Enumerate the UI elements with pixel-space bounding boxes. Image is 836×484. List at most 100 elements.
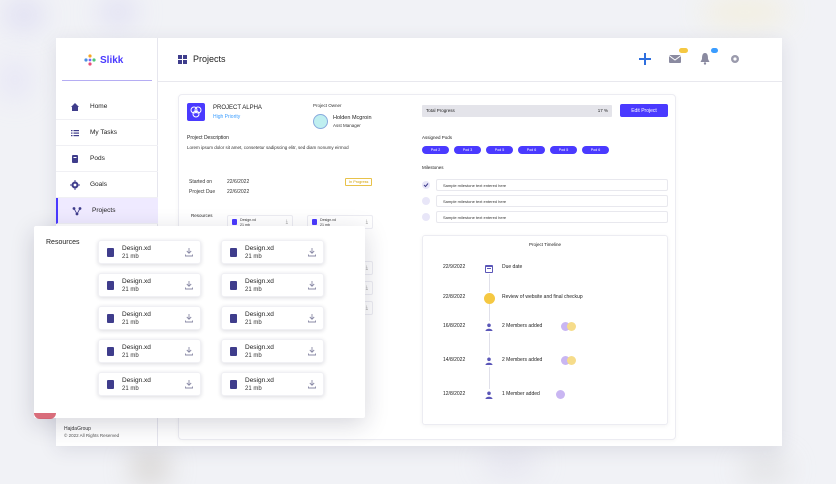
sidebar-footer: HajdaGroup © 2022 All Rights Reserved [64, 426, 119, 439]
status-badge: In Progress [345, 178, 373, 186]
file-size: 21 mb [122, 353, 139, 359]
sidebar-item-projects[interactable]: Projects [56, 198, 158, 224]
resource-file-card[interactable]: Design.xd 21 mb [98, 306, 201, 330]
resource-file-card[interactable]: Design.xd 21 mb [221, 273, 324, 297]
assigned-pods: Pod 2 Pod 3 Pod 5 Pod 6 Pod 5 Pod 6 [422, 146, 609, 154]
description-text: Lorem ipsum dolor sit amet, consetetur s… [187, 145, 349, 150]
started-value: 22/6/2022 [227, 179, 250, 185]
pod-chip[interactable]: Pod 6 [582, 146, 609, 154]
download-icon[interactable] [184, 313, 194, 323]
timeline-text: Due date [502, 264, 523, 270]
add-button[interactable] [638, 52, 652, 66]
project-dates: Started on 22/6/2022 Project Due 22/6/20… [189, 177, 249, 197]
page-title-text: Projects [193, 54, 226, 64]
sidebar-item-label: Projects [92, 207, 116, 214]
popup-title: Resources [46, 239, 80, 246]
sidebar-item-pods[interactable]: Pods [56, 146, 158, 172]
download-icon[interactable]: ⤓ [286, 219, 288, 225]
milestone-item: Sample milestone text entered here [422, 195, 668, 207]
timeline-event: 22/9/2022 Due date [423, 261, 669, 275]
file-name: Design.xd [245, 344, 274, 351]
download-icon[interactable] [307, 280, 317, 290]
resource-file-card[interactable]: Design.xd 21 mb [221, 306, 324, 330]
sidebar-item-label: My Tasks [90, 129, 117, 136]
download-icon[interactable] [184, 280, 194, 290]
milestone-checkbox[interactable] [422, 181, 430, 189]
file-icon [107, 314, 114, 323]
milestone-text: Sample milestone text entered here [436, 211, 668, 223]
member-avatars [556, 390, 565, 399]
status-dot-icon [483, 292, 495, 304]
file-icon [230, 281, 237, 290]
top-bar: Projects [158, 38, 782, 82]
download-icon[interactable]: ⤓ [366, 265, 368, 271]
grid-icon [178, 54, 187, 64]
milestone-checkbox[interactable] [422, 213, 430, 221]
pod-chip[interactable]: Pod 5 [550, 146, 577, 154]
edit-project-button[interactable]: Edit Project [620, 104, 668, 117]
file-icon [230, 380, 237, 389]
file-size: 21 mb [122, 287, 139, 293]
user-icon [483, 355, 495, 367]
timeline-title: Project Timeline [528, 242, 561, 247]
logo-divider [62, 80, 152, 81]
notifications-badge [711, 48, 718, 53]
resource-file-card[interactable]: Design.xd 21 mb [98, 240, 201, 264]
owner-name: Holden Mcgroin [333, 115, 372, 121]
download-icon[interactable] [307, 313, 317, 323]
priority-label: High Priority [213, 114, 241, 120]
timeline-text: 2 Members added [502, 323, 543, 329]
file-icon [107, 380, 114, 389]
settings-button[interactable] [728, 52, 742, 66]
owner-label: Project Owner [313, 103, 342, 108]
file-icon [230, 314, 237, 323]
file-icon [230, 347, 237, 356]
timeline-date: 12/8/2022 [443, 391, 466, 397]
notifications-button[interactable] [698, 48, 718, 66]
logo[interactable]: Slikk [84, 54, 123, 66]
resource-file-card[interactable]: Design.xd 21 mb [98, 339, 201, 363]
download-icon[interactable] [184, 379, 194, 389]
download-icon[interactable] [307, 247, 317, 257]
file-icon [107, 281, 114, 290]
download-icon[interactable]: ⤓ [366, 219, 368, 225]
file-size: 21 mb [122, 320, 139, 326]
file-name: Design.xd [122, 245, 151, 252]
pod-chip[interactable]: Pod 2 [422, 146, 449, 154]
download-icon[interactable] [184, 346, 194, 356]
download-icon[interactable] [307, 379, 317, 389]
file-name: Design.xd [122, 344, 151, 351]
pod-chip[interactable]: Pod 5 [486, 146, 513, 154]
file-size: 21 mb [122, 386, 139, 392]
timeline-text: Review of website and final checkup [502, 294, 583, 300]
footer-copyright: © 2022 All Rights Reserved [64, 433, 120, 438]
download-icon[interactable]: ⤓ [366, 305, 368, 311]
project-logo [187, 103, 205, 121]
file-name: Design.xd [122, 278, 151, 285]
file-name: Design.xd [245, 245, 274, 252]
sidebar-item-my-tasks[interactable]: My Tasks [56, 120, 158, 146]
sidebar-item-goals[interactable]: Goals [56, 172, 158, 198]
mail-icon [669, 55, 681, 63]
download-icon[interactable] [184, 247, 194, 257]
pod-chip[interactable]: Pod 6 [518, 146, 545, 154]
messages-button[interactable] [668, 48, 688, 66]
project-timeline: Project Timeline 22/9/2022 Due date 22/8… [422, 235, 668, 425]
resource-file-card[interactable]: Design.xd 21 mb [98, 372, 201, 396]
resource-file-card[interactable]: Design.xd 21 mb [221, 339, 324, 363]
projects-icon [72, 206, 82, 216]
milestone-checkbox[interactable] [422, 197, 430, 205]
sidebar-item-home[interactable]: Home [56, 94, 158, 120]
pod-chip[interactable]: Pod 3 [454, 146, 481, 154]
timeline-event: 14/8/2022 2 Members added [423, 354, 669, 368]
timeline-date: 22/9/2022 [443, 264, 466, 270]
background-blob [130, 454, 170, 482]
target-icon [70, 179, 80, 190]
milestone-text: Sample milestone text entered here [436, 195, 668, 207]
download-icon[interactable] [307, 346, 317, 356]
download-icon[interactable]: ⤓ [366, 285, 368, 291]
resource-file-card[interactable]: Design.xd 21 mb [221, 240, 324, 264]
resource-file-card[interactable]: Design.xd 21 mb [221, 372, 324, 396]
resource-file-card[interactable]: Design.xd 21 mb [98, 273, 201, 297]
member-avatars [561, 356, 576, 365]
